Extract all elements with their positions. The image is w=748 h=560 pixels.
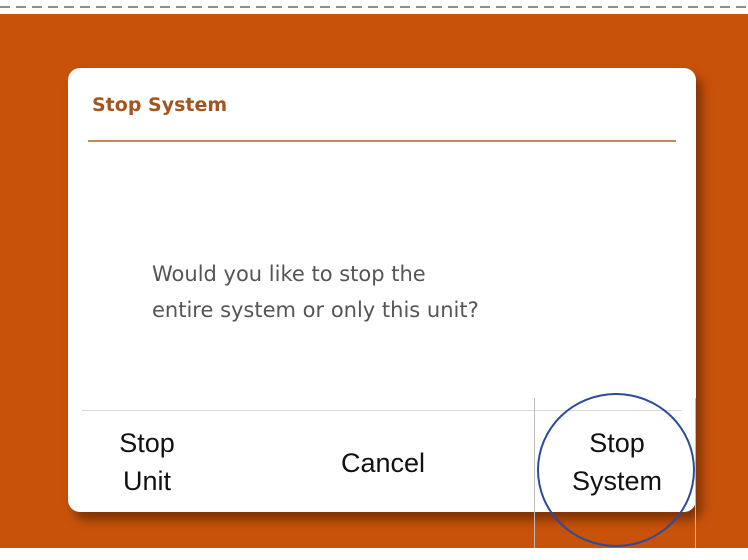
message-line-1: Would you like to stop the (152, 262, 426, 286)
top-border-strip (0, 0, 748, 14)
title-divider (88, 140, 676, 142)
dialog-message: Would you like to stop the entire system… (152, 256, 632, 328)
message-line-2: entire system or only this unit? (152, 298, 479, 322)
highlight-callout-box (534, 398, 696, 549)
stop-unit-button[interactable]: Stop Unit (92, 424, 202, 500)
cancel-button[interactable]: Cancel (308, 444, 458, 482)
dialog-title: Stop System (92, 94, 228, 116)
stop-unit-label-line-2: Unit (122, 466, 171, 496)
stop-unit-label-line-1: Stop (119, 428, 175, 458)
bottom-border-strip (0, 548, 748, 560)
